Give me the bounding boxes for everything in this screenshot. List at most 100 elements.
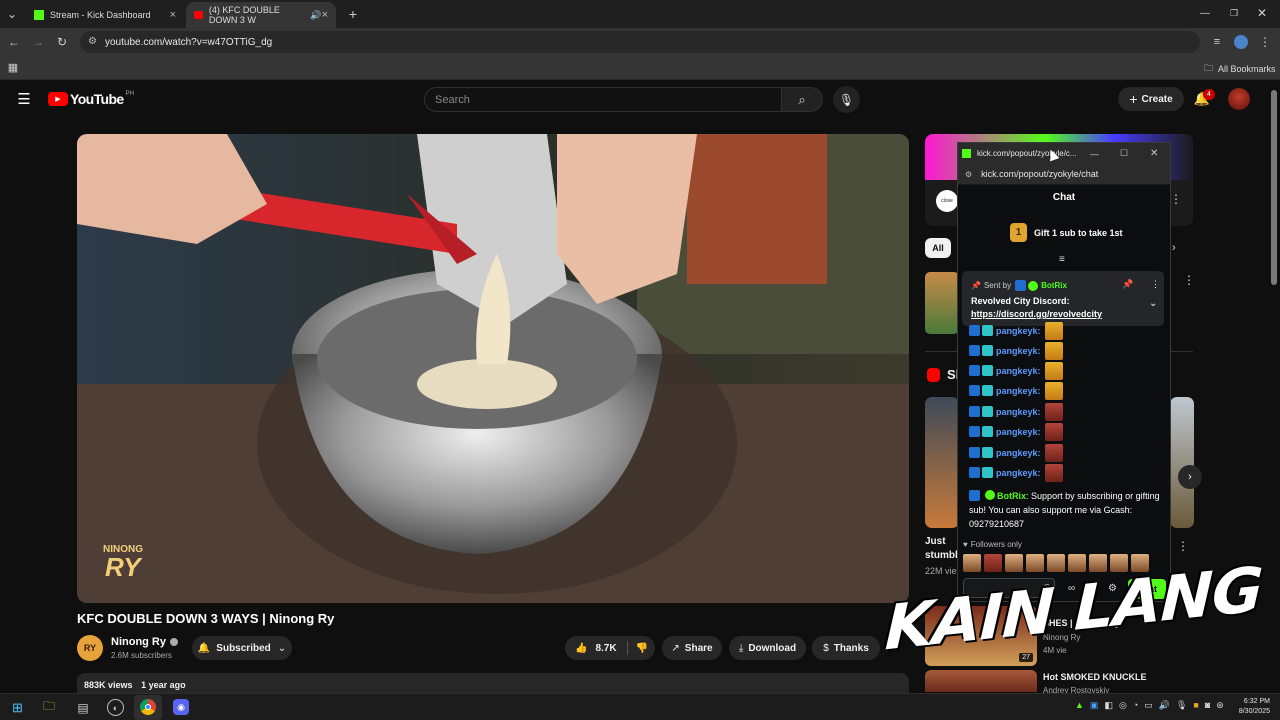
plus-icon: + [1129,91,1138,107]
video-player[interactable]: NINONG RY [77,134,909,603]
more-options-icon[interactable]: ⋮ [1177,539,1189,553]
pinned-author[interactable]: BotRix [1041,281,1067,290]
discord-icon[interactable]: ◉ [173,699,189,715]
account-avatar[interactable] [1228,88,1250,110]
short-thumbnail[interactable] [925,397,959,528]
chat-username[interactable]: pangkeyk [996,427,1038,437]
new-tab-icon[interactable]: + [345,6,361,22]
profile-avatar[interactable] [1234,35,1248,49]
emote-icon [1044,422,1063,441]
all-bookmarks-button[interactable]: 🗀 All Bookmarks [1204,61,1276,77]
tray-icon[interactable]: ◙ [1205,700,1210,711]
pinned-options-icon[interactable]: ⋮ [1151,279,1160,290]
short-views: 22M vie [925,566,957,576]
tab-close-icon[interactable]: × [322,9,328,21]
audio-icon[interactable]: 🔊 [310,10,321,21]
tab-close-icon[interactable]: × [170,9,176,21]
tab-youtube[interactable]: (4) KFC DOUBLE DOWN 3 W 🔊 × [186,2,336,28]
windows-start-icon[interactable]: ⊞ [10,700,25,715]
chat-username[interactable]: pangkeyk [996,386,1038,396]
emote-icon[interactable] [1026,554,1044,572]
create-button[interactable]: + Create [1118,87,1184,111]
pinned-link[interactable]: https://discord.gg/revolvedcity [971,309,1102,319]
gift-leaderboard-banner[interactable]: 1 Gift 1 sub to take 1st [1010,223,1123,242]
channel-name[interactable]: Ninong Ry [111,636,178,648]
youtube-logo[interactable]: ▶ YouTube PH [48,91,134,107]
more-options-icon[interactable]: ⋮ [1170,192,1182,206]
popout-url-bar[interactable]: ⚙ kick.com/popout/zyokyle/chat [958,164,1170,185]
tray-icon[interactable]: ▲ [1075,700,1084,711]
chat-username[interactable]: pangkeyk [996,407,1038,417]
minimize-icon[interactable]: — [1195,4,1215,22]
shorts-next-button[interactable]: › [1178,465,1202,489]
emote-icon[interactable] [1047,554,1065,572]
share-button[interactable]: ↗ Share [662,636,722,660]
like-count[interactable]: 8.7K [595,643,616,654]
close-window-icon[interactable]: ✕ [1252,4,1272,22]
thanks-button[interactable]: $ Thanks [812,636,880,660]
chip-next-icon[interactable]: › [1172,242,1176,254]
like-icon[interactable]: 👍 [575,643,587,654]
tab-kick-dashboard[interactable]: Stream - Kick Dashboard × [26,2,184,28]
more-options-icon[interactable]: ⋮ [1183,273,1195,287]
chevron-down-icon[interactable]: ⌄ [1149,298,1157,309]
popout-maximize-icon[interactable]: ☐ [1120,148,1128,159]
apps-grid-icon[interactable]: ▦ [6,60,20,74]
chat-username[interactable]: pangkeyk [996,448,1038,458]
back-icon[interactable]: ← [6,34,22,50]
emote-icon[interactable] [984,554,1002,572]
bot-username[interactable]: BotRix [997,491,1026,501]
chat-username[interactable]: pangkeyk [996,366,1038,376]
clock[interactable]: 6:32 PM 8/30/2025 [1228,697,1270,717]
media-control-icon[interactable]: ≡ [1209,34,1225,50]
popout-title: kick.com/popout/zyokyle/c... [977,149,1077,158]
site-info-icon[interactable]: ⚙ [88,36,97,47]
description-box[interactable]: 883K views 1 year ago [77,673,909,693]
search-button[interactable]: ⌕ [781,87,823,112]
chat-username[interactable]: pangkeyk [996,326,1038,336]
taskbar-app-icon[interactable]: ▤ [75,700,91,715]
popout-close-icon[interactable]: ✕ [1150,148,1158,159]
page-scrollbar[interactable] [1271,90,1277,285]
subscribed-button[interactable]: 🔔 Subscribed ⌄ [192,636,292,660]
restore-icon[interactable]: ❐ [1224,4,1244,22]
forward-icon[interactable]: → [30,34,46,50]
tray-icon[interactable]: ◧ [1104,700,1113,711]
filter-chip-all[interactable]: All [925,238,951,258]
tray-icon[interactable]: ◔ [1133,700,1138,711]
menu-kebab-icon[interactable]: ⋮ [1258,34,1272,50]
reload-icon[interactable]: ↻ [54,34,70,50]
short-thumbnail[interactable] [1170,397,1194,528]
download-label: Download [748,642,797,654]
search-input[interactable]: Search [424,87,782,112]
tray-icon[interactable]: ▭ [1144,700,1153,711]
voice-search-button[interactable]: 🎙 [833,86,860,113]
chrome-taskbar-button[interactable] [134,695,162,720]
hamburger-menu-icon[interactable]: ☰ [16,90,32,108]
dislike-icon[interactable]: 👎 [636,643,648,654]
tray-icon[interactable]: ▣ [1090,700,1099,711]
download-button[interactable]: ⤓ Download [729,636,806,660]
microphone-icon[interactable]: 🎙 [1176,700,1187,711]
unpin-icon[interactable]: 📌 [1122,279,1133,290]
emote-icon[interactable] [1005,554,1023,572]
address-bar[interactable]: ⚙ youtube.com/watch?v=w47OTTiG_dg [80,31,1200,53]
steam-icon[interactable]: ⊛ [1216,700,1224,711]
tab-search-icon[interactable]: ⌄ [4,6,20,22]
bot-chat-message: BotRix: Support by subscribing or giftin… [969,490,1160,529]
emote-icon[interactable] [1068,554,1086,572]
volume-icon[interactable]: 🔊 [1159,700,1170,711]
tray-icon[interactable]: ◎ [1119,700,1127,711]
chat-message: pangkeyk: [969,341,1063,360]
rec-thumbnail[interactable] [925,272,959,334]
chat-username[interactable]: pangkeyk [996,346,1038,356]
chat-username[interactable]: pangkeyk [996,468,1038,478]
leaderboard-toggle-icon[interactable]: ≡ [1059,254,1065,265]
channel-avatar[interactable]: RY [77,635,103,661]
obs-icon[interactable]: ◐ [107,699,124,716]
file-explorer-icon[interactable]: 🗀 [41,699,57,715]
popout-minimize-icon[interactable]: — [1090,149,1099,159]
sub-badge-icon [982,467,993,478]
tray-icon[interactable]: ■ [1193,700,1198,711]
emote-icon[interactable] [963,554,981,572]
